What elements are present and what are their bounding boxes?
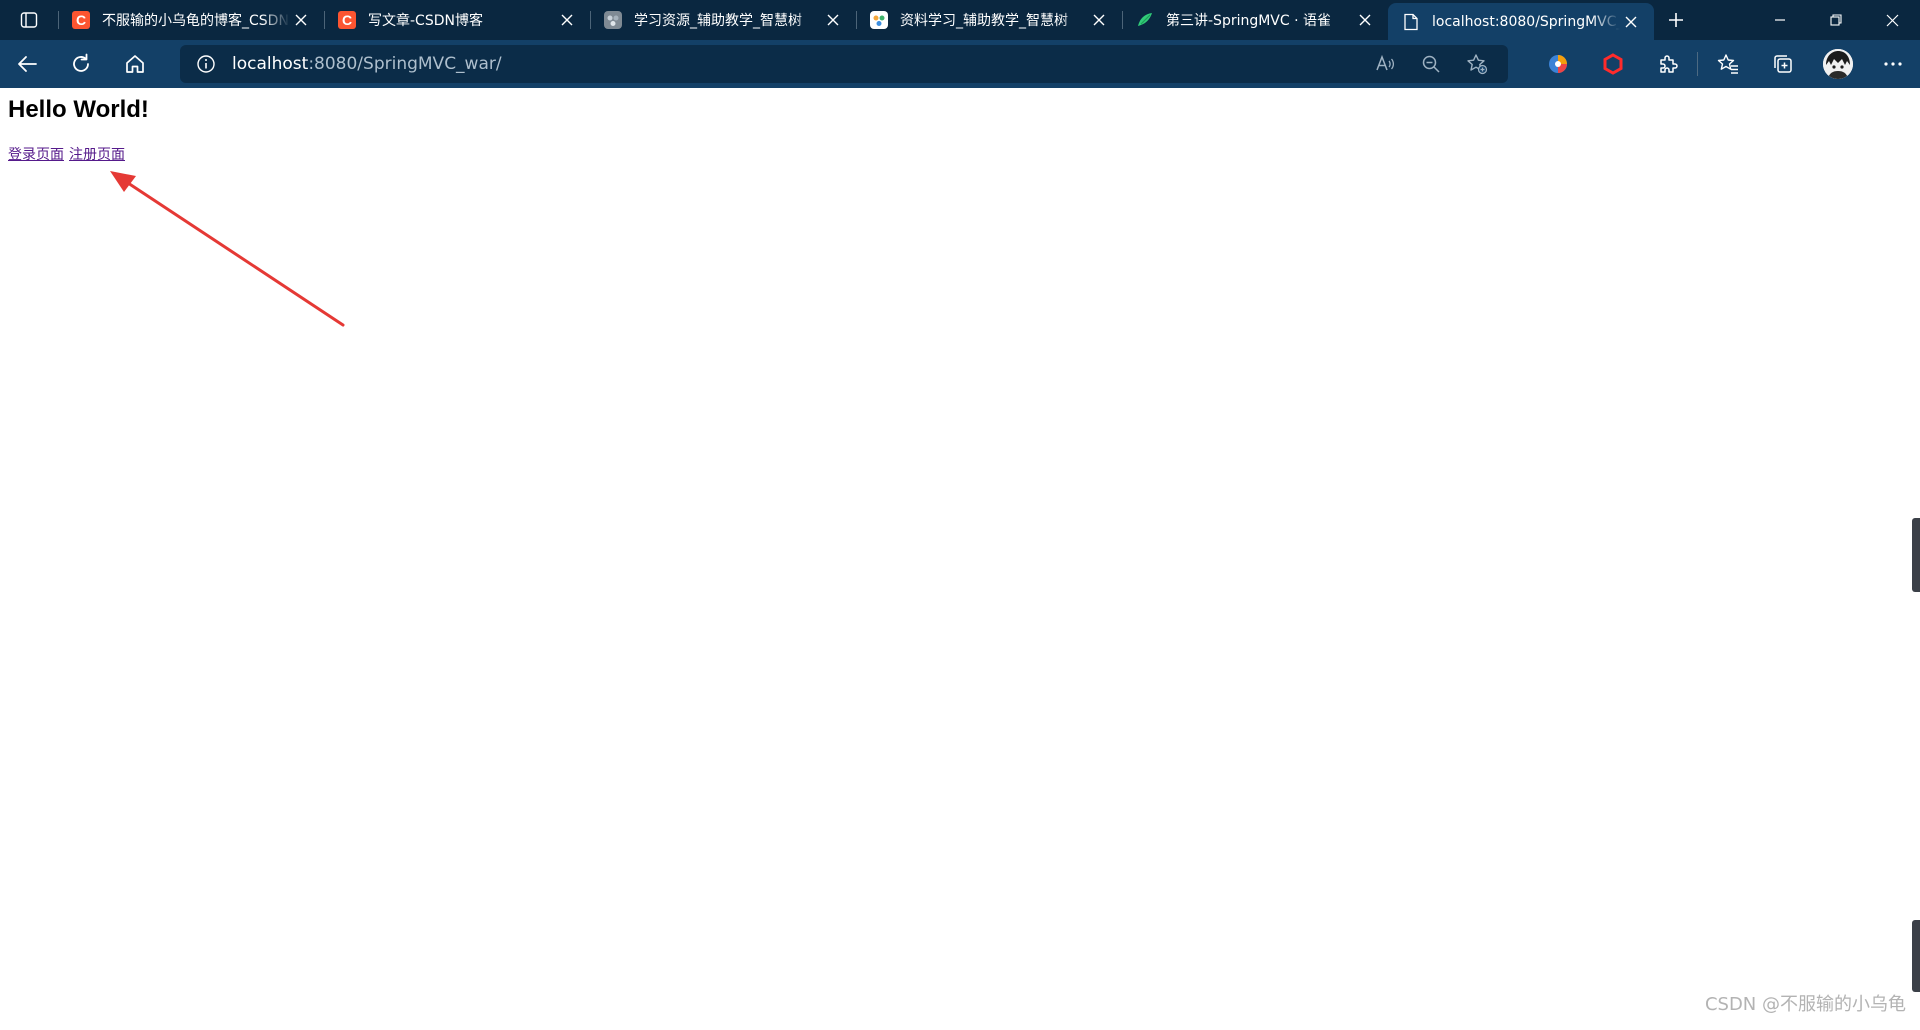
tab-yuque[interactable]: 第三讲-SpringMVC · 语雀 — [1122, 0, 1388, 40]
restore-icon — [1830, 14, 1842, 26]
refresh-icon — [73, 53, 89, 72]
csdn-icon: C — [338, 11, 356, 29]
zhihuishu-icon — [604, 11, 622, 29]
close-window-button[interactable] — [1864, 0, 1920, 40]
watermark: CSDN @不服输的小乌龟 — [1704, 994, 1906, 1015]
extension-red-icon[interactable] — [1585, 40, 1640, 88]
add-favorite-icon[interactable] — [1454, 45, 1500, 83]
url-text[interactable]: localhost:8080/SpringMVC_war/ — [232, 54, 502, 74]
tab-title: 第三讲-SpringMVC · 语雀 — [1166, 13, 1332, 29]
site-info-icon[interactable] — [180, 45, 232, 83]
tab-close-icon[interactable] — [822, 9, 844, 31]
tab-strip: C 不服输的小乌龟的博客_CSDN C 写文章-CSDN博客 学习资源_辅助教学… — [0, 0, 1920, 40]
refresh-button[interactable] — [54, 40, 108, 88]
csdn-icon: C — [72, 11, 90, 29]
tab-close-icon[interactable] — [290, 9, 312, 31]
tab-csdn-write[interactable]: C 写文章-CSDN博客 — [324, 0, 590, 40]
annotation-arrow — [110, 171, 345, 327]
more-icon — [1883, 62, 1902, 66]
restore-button[interactable] — [1808, 0, 1864, 40]
toolbar-separator — [1697, 52, 1698, 76]
avatar — [1822, 49, 1853, 79]
tab-close-icon[interactable] — [556, 9, 578, 31]
read-aloud-icon[interactable] — [1362, 45, 1408, 83]
tab-title: 不服输的小乌龟的博客_CSDN — [102, 13, 289, 29]
tab-actions-button[interactable] — [0, 0, 58, 40]
zoom-out-icon[interactable] — [1408, 45, 1454, 83]
minimize-icon — [1775, 19, 1785, 21]
close-icon — [1886, 14, 1898, 26]
tab-zhihuishu-resources[interactable]: 学习资源_辅助教学_智慧树 — [590, 0, 856, 40]
home-button[interactable] — [108, 40, 162, 88]
collections-icon[interactable] — [1755, 40, 1810, 88]
browser-window: C 不服输的小乌龟的博客_CSDN C 写文章-CSDN博客 学习资源_辅助教学… — [0, 0, 1920, 1030]
back-button[interactable] — [0, 40, 54, 88]
tab-close-icon[interactable] — [1354, 9, 1376, 31]
login-page-link[interactable]: 登录页面 — [8, 147, 64, 163]
address-bar-actions — [1362, 45, 1500, 83]
toolbar-right — [1530, 40, 1920, 88]
register-page-link[interactable]: 注册页面 — [69, 147, 125, 163]
page-viewport: Hello World! 登录页面 注册页面 CSDN @不服输的小乌龟 — [0, 88, 1920, 1030]
tab-title: 学习资源_辅助教学_智慧树 — [634, 13, 802, 29]
plus-icon — [1669, 13, 1683, 27]
url-path: :8080/SpringMVC_war/ — [308, 54, 502, 74]
tab-title: 写文章-CSDN博客 — [368, 13, 483, 29]
svg-text:C: C — [76, 12, 86, 28]
tab-csdn-blog[interactable]: C 不服输的小乌龟的博客_CSDN — [58, 0, 324, 40]
tab-close-icon[interactable] — [1088, 9, 1110, 31]
back-arrow-icon — [18, 56, 37, 72]
tab-close-icon[interactable] — [1620, 11, 1642, 33]
yuque-icon — [1136, 11, 1154, 29]
tab-zhihuishu-study[interactable]: 资料学习_辅助教学_智慧树 — [856, 0, 1122, 40]
tab-title: localhost:8080/SpringMVC_war/ — [1432, 13, 1620, 30]
minimize-button[interactable] — [1752, 0, 1808, 40]
new-tab-button[interactable] — [1654, 0, 1698, 40]
side-scroll-indicator — [1912, 920, 1920, 992]
tab-actions-icon — [20, 12, 38, 28]
page-heading: Hello World! — [8, 96, 149, 123]
side-scroll-indicator — [1912, 518, 1920, 592]
extension-colorful-icon[interactable] — [1530, 40, 1585, 88]
page-links: 登录页面 注册页面 — [8, 144, 130, 164]
browser-toolbar: localhost:8080/SpringMVC_war/ — [0, 40, 1920, 88]
zhihuishu-icon — [870, 11, 888, 29]
url-host: localhost — [232, 54, 309, 74]
tab-localhost[interactable]: localhost:8080/SpringMVC_war/ — [1388, 3, 1654, 40]
favorites-icon[interactable] — [1700, 40, 1755, 88]
tab-title: 资料学习_辅助教学_智慧树 — [900, 13, 1068, 29]
extensions-puzzle-icon[interactable] — [1640, 40, 1695, 88]
window-controls — [1752, 0, 1920, 40]
svg-text:C: C — [342, 12, 352, 28]
home-icon — [126, 55, 144, 73]
page-icon — [1402, 13, 1420, 31]
address-bar[interactable]: localhost:8080/SpringMVC_war/ — [180, 45, 1508, 83]
settings-more-button[interactable] — [1865, 40, 1920, 88]
profile-button[interactable] — [1810, 40, 1865, 88]
